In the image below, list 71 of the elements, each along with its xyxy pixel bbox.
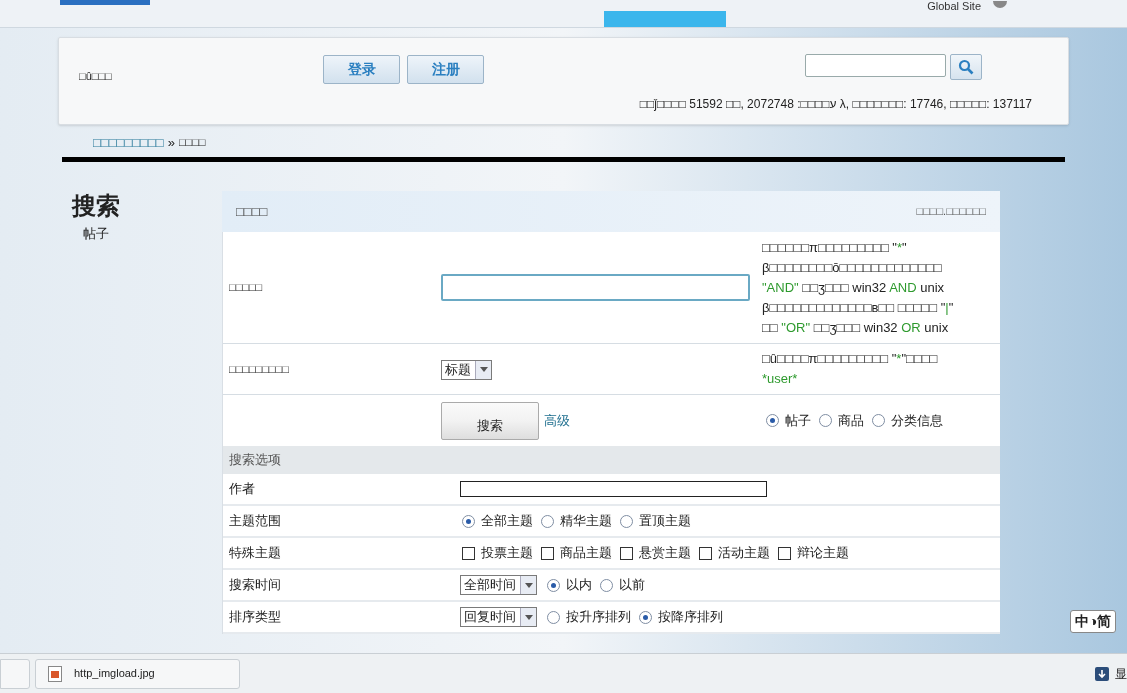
greeting-text: □û□□□ [79, 69, 112, 84]
option-label: 特殊主题 [228, 544, 282, 563]
radio-button[interactable] [766, 414, 779, 427]
breadcrumb-link[interactable]: □□□□□□□□□ [93, 132, 164, 153]
radio-label: 商品 [838, 411, 864, 430]
radio-button[interactable] [541, 514, 554, 528]
page-title: 搜索 [72, 192, 120, 220]
radio-button[interactable] [462, 514, 475, 528]
author-field[interactable] [460, 481, 767, 497]
stats-text: □□ǰ□□□□ 51592 □□, ע□□□□: 2072748 λ, □□□□□□□: 17746, □□□□□: 137117 [639, 96, 1032, 113]
option-label: 主题范围 [228, 512, 282, 531]
checkbox[interactable] [541, 546, 554, 560]
radio-button[interactable] [547, 578, 560, 592]
checkbox[interactable] [462, 546, 475, 560]
hint-text: □□□□□□π□□□□□□□□□ "*" β□□□□□□□□ō□□□□□□□□□□□□□ "AND" □□ʒ□□□ win32 AND unix β□□□□□□□□□□□□□в□□ □□□□□ "|" □□ "OR" □□ʒ□□□ win32 OR unix [762, 238, 954, 337]
globe-icon [993, 1, 1007, 9]
radio-button[interactable] [620, 514, 633, 528]
panel-note: □□□□.□□□□□□ [916, 204, 986, 220]
search-icon [958, 59, 974, 75]
caret-icon [479, 367, 488, 373]
search-field[interactable] [805, 54, 946, 77]
advanced-link[interactable]: 高级 [544, 410, 570, 430]
dropdown[interactable]: 全部时间 [460, 575, 537, 595]
option-label: 排序类型 [228, 608, 282, 627]
download-item[interactable]: http_imgload.jpg [35, 658, 240, 689]
checkbox-label: 辩论主题 [797, 544, 849, 563]
search-submit-button[interactable]: 搜索 [441, 401, 539, 440]
option-label: 作者 [228, 480, 256, 499]
global-site-link[interactable]: Global Site [927, 1, 981, 12]
radio-button[interactable] [639, 610, 652, 624]
checkbox[interactable] [620, 546, 633, 560]
radio-button[interactable] [547, 610, 560, 624]
radio-label: 帖子 [785, 411, 811, 430]
keyword-field[interactable] [441, 274, 750, 301]
radio-button[interactable] [872, 414, 885, 427]
option-label: 搜索时间 [228, 576, 282, 595]
field-label: □□□□□ [228, 280, 264, 296]
radio-label: 分类信息 [891, 411, 943, 430]
checkbox-label: 悬赏主题 [639, 544, 691, 563]
checkbox-label: 投票主题 [481, 544, 533, 563]
checkbox-label: 活动主题 [718, 544, 770, 563]
options-header: 搜索选项 [223, 446, 1000, 474]
download-icon [1095, 666, 1109, 681]
radio-label: 按升序排列 [566, 608, 631, 627]
checkbox[interactable] [699, 546, 712, 560]
page-subtitle: 帖子 [83, 225, 109, 243]
header-button[interactable]: 登录 [323, 55, 400, 84]
panel-title: □□□□ [236, 202, 268, 221]
header-button[interactable]: 注册 [407, 55, 484, 84]
radio-label: 以内 [566, 576, 592, 595]
radio-label: 以前 [619, 576, 645, 595]
image-file-icon [48, 665, 62, 682]
checkbox-label: 商品主题 [560, 544, 612, 563]
dropdown[interactable]: 标题 [441, 359, 492, 380]
dropdown[interactable]: 回复时间 [460, 607, 537, 627]
radio-button[interactable] [819, 414, 832, 427]
breadcrumb-current: □□□□ [178, 135, 206, 151]
radio-label: 全部主题 [481, 512, 533, 531]
caret-icon [524, 614, 533, 620]
search-button[interactable] [950, 54, 982, 80]
show-all-link[interactable]: 显 [1115, 664, 1127, 683]
language-badge[interactable]: 中◑简 [1070, 610, 1117, 633]
hint-text: □û□□□□π□□□□□□□□□ "*"□□□□ *user* [762, 350, 938, 388]
radio-button[interactable] [600, 578, 613, 592]
field-label: □□□□□□□□□ [228, 361, 290, 377]
radio-label: 按降序排列 [658, 608, 723, 627]
radio-label: 精华主题 [560, 512, 612, 531]
breadcrumb-separator: » [167, 133, 175, 152]
radio-label: 置顶主题 [639, 512, 691, 531]
checkbox[interactable] [778, 546, 791, 560]
caret-icon [524, 582, 533, 588]
